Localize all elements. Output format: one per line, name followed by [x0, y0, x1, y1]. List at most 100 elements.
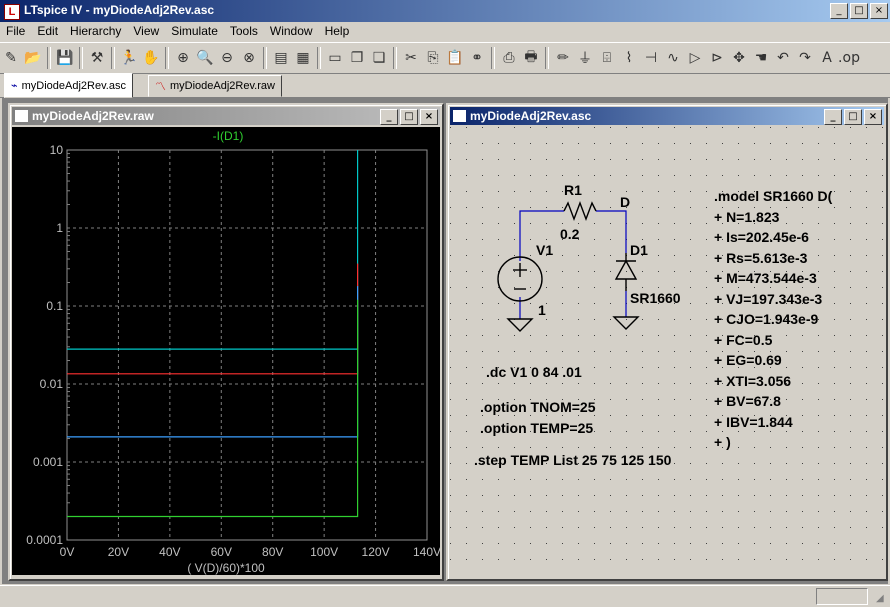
- inductor-icon[interactable]: ∿: [662, 47, 684, 69]
- print-icon[interactable]: 🖶: [520, 47, 542, 69]
- window-icon[interactable]: ❏: [368, 47, 390, 69]
- schematic-canvas[interactable]: R1 0.2 D D1 SR1660 V1 1 .dc V1 0 84 .01 …: [450, 127, 884, 575]
- minimize-button[interactable]: _: [380, 109, 398, 125]
- tab-schematic[interactable]: ⌁ myDiodeAdj2Rev.asc: [4, 73, 133, 98]
- ltspice-logo-icon: L: [4, 4, 20, 20]
- menu-tools[interactable]: Tools: [224, 22, 264, 41]
- undo-icon[interactable]: ↶: [772, 47, 794, 69]
- tab-label: myDiodeAdj2Rev.asc: [21, 79, 126, 92]
- new-schematic-icon[interactable]: ✎: [0, 47, 22, 69]
- r1-value[interactable]: 0.2: [560, 226, 580, 242]
- model-line: + EG=0.69: [714, 352, 782, 368]
- tnom-directive[interactable]: .option TNOM=25: [480, 399, 596, 415]
- resize-grip-icon[interactable]: ◢: [876, 593, 888, 605]
- copy-icon[interactable]: ⎘: [422, 47, 444, 69]
- minimize-button[interactable]: _: [824, 109, 842, 125]
- model-line: .model SR1660 D(: [714, 188, 833, 204]
- model-line: + VJ=197.343e-3: [714, 291, 822, 307]
- x-tick-label: 80V: [262, 545, 283, 559]
- close-button[interactable]: ×: [420, 109, 438, 125]
- model-line: + Is=202.45e-6: [714, 229, 809, 245]
- redo-icon[interactable]: ↷: [794, 47, 816, 69]
- menu-simulate[interactable]: Simulate: [165, 22, 224, 41]
- text-icon[interactable]: A: [816, 47, 838, 69]
- close-button[interactable]: ×: [864, 109, 882, 125]
- ground-icon[interactable]: ⏚: [574, 47, 596, 69]
- toolbar: ✎ 📂 💾 ⚒ 🏃 ✋ ⊕ 🔍 ⊖ ⊗ ▤ ▦ ▭ ❐ ❏ ✂ ⎘ 📋 ⚭ ⎙ …: [0, 42, 890, 74]
- y-tick-label: 0.01: [40, 377, 64, 391]
- y-tick-label: 10: [50, 143, 64, 157]
- waveform-icon: [15, 110, 28, 122]
- step-directive[interactable]: .step TEMP List 25 75 125 150: [474, 452, 672, 468]
- node-d-label[interactable]: D: [620, 194, 630, 210]
- cascade-icon[interactable]: ❐: [346, 47, 368, 69]
- menu-window[interactable]: Window: [264, 22, 319, 41]
- v1-label[interactable]: V1: [536, 242, 553, 258]
- move-icon[interactable]: ✥: [728, 47, 750, 69]
- v1-value[interactable]: 1: [538, 302, 546, 318]
- open-icon[interactable]: 📂: [22, 47, 44, 69]
- component-icon[interactable]: ⊳: [706, 47, 728, 69]
- cut-icon[interactable]: ✂: [400, 47, 422, 69]
- tile-icon[interactable]: ▭: [324, 47, 346, 69]
- capacitor-icon[interactable]: ⊣: [640, 47, 662, 69]
- d1-model[interactable]: SR1660: [630, 290, 681, 306]
- menu-help[interactable]: Help: [319, 22, 356, 41]
- zoom-pan-icon[interactable]: 🔍: [194, 47, 216, 69]
- waveform-plot[interactable]: 10 1 0.1 0.01 0.001 0.0001 0V 20V 40V 60V 80V 100V…: [12, 127, 440, 575]
- model-line: + Rs=5.613e-3: [714, 250, 808, 266]
- r1-label[interactable]: R1: [564, 182, 582, 198]
- control-panel-icon[interactable]: ⚒: [86, 47, 108, 69]
- run-icon[interactable]: 🏃: [118, 47, 140, 69]
- zoom-in-icon[interactable]: ⊕: [172, 47, 194, 69]
- diode-icon[interactable]: ▷: [684, 47, 706, 69]
- maximize-button[interactable]: □: [844, 109, 862, 125]
- maximize-button[interactable]: □: [850, 3, 868, 19]
- resistor-icon[interactable]: ⌇: [618, 47, 640, 69]
- waveform-window-title-bar: myDiodeAdj2Rev.raw _ □ ×: [12, 107, 440, 125]
- status-bar: ◢: [0, 585, 890, 607]
- x-tick-label: 40V: [159, 545, 180, 559]
- wire-icon[interactable]: ✏: [552, 47, 574, 69]
- x-axis-label: ( V(D)/60)*100: [187, 561, 265, 575]
- x-tick-label: 120V: [362, 545, 390, 559]
- drag-icon[interactable]: ☚: [750, 47, 772, 69]
- menu-view[interactable]: View: [127, 22, 165, 41]
- x-tick-label: 100V: [310, 545, 338, 559]
- menu-edit[interactable]: Edit: [31, 22, 64, 41]
- y-tick-label: 0.1: [46, 299, 63, 313]
- tab-waveform[interactable]: 〽 myDiodeAdj2Rev.raw: [148, 75, 282, 97]
- zoom-out-icon[interactable]: ⊖: [216, 47, 238, 69]
- x-tick-label: 140V: [413, 545, 440, 559]
- save-icon[interactable]: 💾: [54, 47, 76, 69]
- model-line: + M=473.544e-3: [714, 270, 817, 286]
- spice-directive-icon[interactable]: .op: [838, 47, 860, 69]
- trace-label[interactable]: -I(D1): [213, 129, 244, 143]
- menu-hierarchy[interactable]: Hierarchy: [64, 22, 127, 41]
- paste-icon[interactable]: 📋: [444, 47, 466, 69]
- autorange-icon[interactable]: ▤: [270, 47, 292, 69]
- menu-bar: File Edit Hierarchy View Simulate Tools …: [0, 22, 890, 41]
- model-line: + ): [714, 434, 731, 450]
- menu-file[interactable]: File: [0, 22, 31, 41]
- label-icon[interactable]: ⌹: [596, 47, 618, 69]
- close-button[interactable]: ×: [870, 3, 888, 19]
- document-tabs: ⌁ myDiodeAdj2Rev.asc 〽 myDiodeAdj2Rev.ra…: [0, 73, 890, 98]
- model-line: + IBV=1.844: [714, 414, 793, 430]
- zoom-cancel-icon[interactable]: ⊗: [238, 47, 260, 69]
- dc-directive[interactable]: .dc V1 0 84 .01: [486, 364, 582, 380]
- model-line: + XTI=3.056: [714, 373, 791, 389]
- model-line: + CJO=1.943e-9: [714, 311, 819, 327]
- print-setup-icon[interactable]: ⎙: [498, 47, 520, 69]
- d1-label[interactable]: D1: [630, 242, 648, 258]
- y-tick-label: 1: [56, 221, 63, 235]
- temp-directive[interactable]: .option TEMP=25: [480, 420, 593, 436]
- tab-label: myDiodeAdj2Rev.raw: [170, 80, 275, 92]
- halt-icon[interactable]: ✋: [140, 47, 162, 69]
- waveform-window: myDiodeAdj2Rev.raw _ □ × 10 1 0.1 0.01 0.001…: [8, 103, 444, 581]
- find-icon[interactable]: ⚭: [466, 47, 488, 69]
- minimize-button[interactable]: _: [830, 3, 848, 19]
- maximize-button[interactable]: □: [400, 109, 418, 125]
- app-title: LTspice IV - myDiodeAdj2Rev.asc: [24, 3, 215, 17]
- grid-icon[interactable]: ▦: [292, 47, 314, 69]
